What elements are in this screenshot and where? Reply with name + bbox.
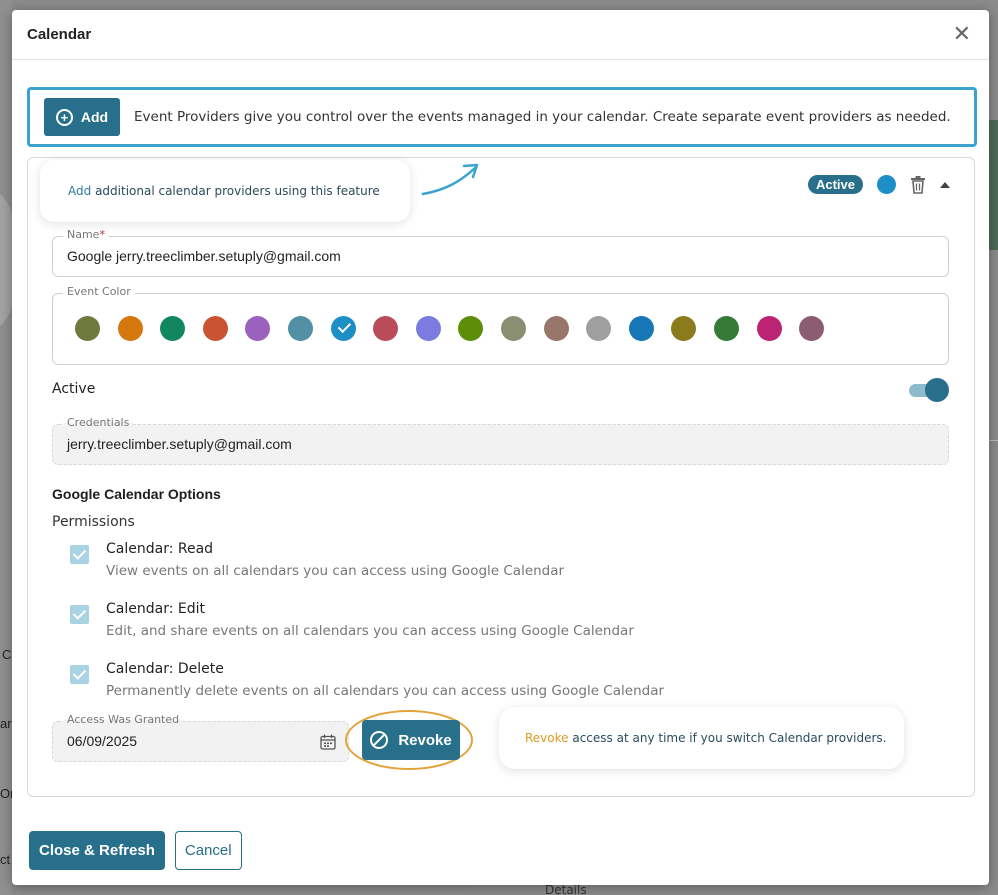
color-swatch[interactable] — [160, 316, 186, 341]
cancel-button[interactable]: Cancel — [174, 831, 242, 870]
background-text: ar — [0, 716, 12, 731]
annotation-arrow-icon — [421, 163, 479, 196]
color-swatch[interactable] — [458, 316, 484, 341]
add-button-label: Add — [80, 109, 109, 125]
required-mark: * — [99, 228, 105, 241]
collapse-caret-icon[interactable] — [940, 181, 950, 188]
active-toggle[interactable] — [909, 378, 949, 402]
access-granted-field: Access Was Granted 06/09/2025 — [52, 713, 349, 762]
modal-header: Calendar ✕ — [12, 10, 989, 60]
access-granted-label: Access Was Granted — [63, 713, 184, 726]
provider-card: Active Name* Google jerry.treeclimber.se… — [27, 157, 975, 797]
color-swatch[interactable] — [75, 316, 100, 341]
options-title: Google Calendar Options — [52, 486, 221, 502]
modal-footer: Close & Refresh Cancel — [29, 831, 242, 870]
modal-title: Calendar — [27, 26, 92, 43]
color-swatch[interactable] — [713, 316, 739, 341]
access-granted-value: 06/09/2025 — [67, 733, 138, 749]
permission-title: Calendar: Read — [106, 541, 214, 557]
add-tooltip-highlight: Add — [68, 184, 92, 198]
color-swatch[interactable] — [202, 316, 228, 341]
color-swatch[interactable] — [245, 316, 271, 341]
color-swatch[interactable] — [671, 316, 697, 341]
revoke-label: Revoke — [398, 731, 452, 749]
plus-circle-icon: + — [55, 108, 73, 126]
credentials-label: Credentials — [63, 416, 134, 429]
add-tooltip: Add additional calendar providers using … — [40, 160, 410, 222]
provider-color-dot — [877, 175, 896, 194]
permissions-title: Permissions — [52, 514, 135, 530]
background-text: ct — [0, 852, 11, 867]
revoke-button[interactable]: Revoke — [362, 720, 460, 760]
check-icon — [337, 319, 351, 334]
permission-read-checkbox[interactable] — [70, 545, 89, 564]
credentials-value: jerry.treeclimber.setuply@gmail.com — [67, 436, 292, 452]
color-swatch[interactable] — [799, 316, 825, 341]
permission-description: Edit, and share events on all calendars … — [106, 623, 634, 639]
add-tooltip-body: additional calendar providers using this… — [95, 184, 380, 198]
color-swatches — [75, 316, 825, 341]
close-refresh-button[interactable]: Close & Refresh — [29, 831, 165, 870]
trash-icon[interactable] — [910, 175, 926, 194]
color-swatch[interactable] — [373, 316, 399, 341]
revoke-tooltip-text: Revoke access at any time if you switch … — [525, 731, 886, 745]
name-label-text: Name — [67, 228, 100, 241]
permission-edit-checkbox[interactable] — [70, 605, 89, 624]
color-swatch[interactable] — [415, 316, 441, 341]
add-provider-bar: + Add Event Providers give you control o… — [27, 87, 977, 147]
permission-description: View events on all calendars you can acc… — [106, 563, 565, 579]
permission-title: Calendar: Edit — [106, 601, 205, 617]
calendar-icon[interactable] — [320, 734, 336, 750]
add-tooltip-text: Add additional calendar providers using … — [68, 184, 380, 198]
event-color-label: Event Color — [63, 285, 135, 298]
color-swatch[interactable] — [500, 316, 526, 341]
revoke-tooltip-highlight: Revoke — [525, 731, 569, 745]
name-field-label: Name* — [63, 228, 109, 241]
event-color-field: Event Color — [52, 285, 949, 365]
background-right-bar — [988, 120, 998, 250]
add-bar-description: Event Providers give you control over th… — [134, 109, 951, 125]
credentials-field: Credentials jerry.treeclimber.setuply@gm… — [52, 416, 949, 465]
toggle-knob — [925, 378, 949, 402]
name-value: Google jerry.treeclimber.setuply@gmail.c… — [67, 248, 341, 264]
name-field[interactable]: Name* Google jerry.treeclimber.setuply@g… — [52, 228, 949, 277]
permission-description: Permanently delete events on all calenda… — [106, 683, 665, 699]
close-icon[interactable]: ✕ — [953, 23, 971, 46]
color-swatch[interactable] — [756, 316, 782, 341]
background-divider — [988, 440, 998, 441]
card-controls: Active — [807, 175, 950, 194]
color-swatch[interactable] — [330, 316, 356, 341]
add-provider-button[interactable]: + Add — [44, 98, 120, 136]
active-label: Active — [52, 381, 96, 397]
color-swatch[interactable] — [543, 316, 569, 341]
permission-delete-checkbox[interactable] — [70, 665, 89, 684]
color-swatch[interactable] — [586, 316, 612, 341]
background-left-panel — [0, 0, 12, 895]
permission-title: Calendar: Delete — [106, 661, 224, 677]
background-text: C — [2, 647, 12, 662]
ban-icon — [370, 731, 389, 749]
status-badge: Active — [807, 175, 863, 194]
color-swatch[interactable] — [287, 316, 313, 341]
revoke-tooltip-body: access at any time if you switch Calenda… — [572, 731, 887, 745]
revoke-tooltip: Revoke access at any time if you switch … — [499, 707, 904, 769]
calendar-modal: Calendar ✕ + Add Event Providers give yo… — [12, 10, 989, 885]
color-swatch[interactable] — [628, 316, 654, 341]
color-swatch[interactable] — [117, 316, 143, 341]
